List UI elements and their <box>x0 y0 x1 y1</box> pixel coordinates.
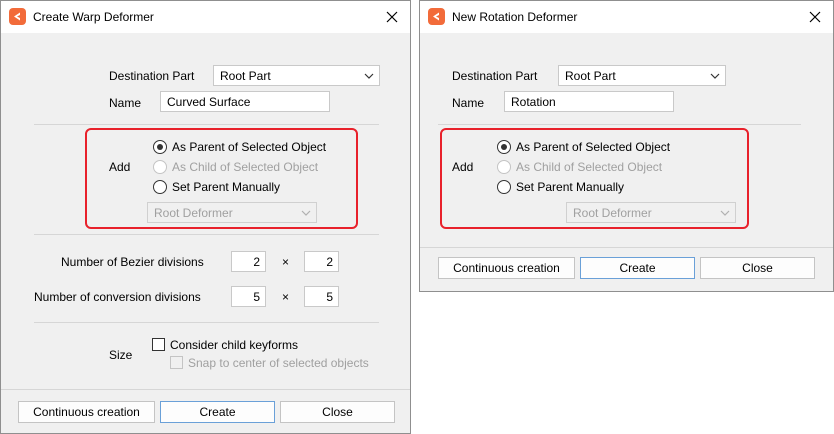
continuous-creation-button[interactable]: Continuous creation <box>438 257 575 279</box>
snap-center-checkbox <box>170 356 183 369</box>
radio-set-parent-manually[interactable] <box>497 180 511 194</box>
destination-part-value: Root Part <box>565 69 616 83</box>
close-button[interactable]: Close <box>280 401 395 423</box>
warp-deformer-dialog: Create Warp Deformer Destination Part Ro… <box>0 0 411 434</box>
radio-as-child <box>153 160 167 174</box>
bezier-y-field[interactable]: 2 <box>304 251 339 272</box>
name-label: Name <box>452 96 485 110</box>
radio-as-child <box>497 160 511 174</box>
divider <box>34 234 379 235</box>
app-logo-icon <box>428 8 445 25</box>
chevron-down-icon <box>720 210 730 216</box>
dialog-title: Create Warp Deformer <box>33 10 154 24</box>
close-button[interactable]: Close <box>700 257 815 279</box>
parent-deformer-select: Root Deformer <box>147 202 317 223</box>
rotation-deformer-dialog: New Rotation Deformer Destination Part R… <box>419 0 834 292</box>
close-icon[interactable] <box>380 5 404 29</box>
snap-center-label: Snap to center of selected objects <box>188 356 369 370</box>
destination-part-value: Root Part <box>220 69 271 83</box>
radio-as-parent[interactable] <box>153 140 167 154</box>
conversion-divisions-label: Number of conversion divisions <box>34 290 201 304</box>
bezier-x-field[interactable]: 2 <box>231 251 266 272</box>
conversion-x-field[interactable]: 5 <box>231 286 266 307</box>
divider <box>438 124 801 125</box>
bezier-y-value: 2 <box>326 255 333 269</box>
divider <box>34 322 379 323</box>
consider-keyforms-label: Consider child keyforms <box>170 338 299 352</box>
conversion-y-field[interactable]: 5 <box>304 286 339 307</box>
radio-as-parent[interactable] <box>497 140 511 154</box>
chevron-down-icon <box>364 73 374 79</box>
name-label: Name <box>109 96 142 110</box>
name-value: Rotation <box>511 95 556 109</box>
name-value: Curved Surface <box>167 95 251 109</box>
times-symbol: × <box>282 290 290 304</box>
button-bar: Continuous creation Create Close <box>1 389 410 433</box>
conversion-x-value: 5 <box>253 290 260 304</box>
title-bar: Create Warp Deformer <box>1 1 410 33</box>
create-button[interactable]: Create <box>580 257 695 279</box>
radio-set-parent-manually[interactable] <box>153 180 167 194</box>
radio-set-parent-manually-label: Set Parent Manually <box>516 180 625 194</box>
parent-deformer-value: Root Deformer <box>154 206 233 220</box>
destination-part-label: Destination Part <box>452 69 538 83</box>
destination-part-select[interactable]: Root Part <box>558 65 726 86</box>
bezier-x-value: 2 <box>253 255 260 269</box>
bezier-divisions-label: Number of Bezier divisions <box>61 255 204 269</box>
times-symbol: × <box>282 255 290 269</box>
conversion-y-value: 5 <box>326 290 333 304</box>
add-label: Add <box>452 160 474 174</box>
parent-deformer-select: Root Deformer <box>566 202 736 223</box>
chevron-down-icon <box>301 210 311 216</box>
divider <box>34 124 379 125</box>
dialog-title: New Rotation Deformer <box>452 10 578 24</box>
radio-as-child-label: As Child of Selected Object <box>516 160 663 174</box>
add-label: Add <box>109 160 131 174</box>
create-button[interactable]: Create <box>160 401 275 423</box>
radio-as-parent-label: As Parent of Selected Object <box>516 140 671 154</box>
radio-as-child-label: As Child of Selected Object <box>172 160 319 174</box>
name-field[interactable]: Rotation <box>504 91 674 112</box>
destination-part-label: Destination Part <box>109 69 195 83</box>
close-icon[interactable] <box>803 5 827 29</box>
app-logo-icon <box>9 8 26 25</box>
title-bar: New Rotation Deformer <box>420 1 833 33</box>
destination-part-select[interactable]: Root Part <box>213 65 380 86</box>
size-label: Size <box>109 348 133 362</box>
chevron-down-icon <box>710 73 720 79</box>
continuous-creation-button[interactable]: Continuous creation <box>18 401 155 423</box>
radio-set-parent-manually-label: Set Parent Manually <box>172 180 281 194</box>
button-bar: Continuous creation Create Close <box>420 247 833 291</box>
name-field[interactable]: Curved Surface <box>160 91 330 112</box>
radio-as-parent-label: As Parent of Selected Object <box>172 140 327 154</box>
parent-deformer-value: Root Deformer <box>573 206 652 220</box>
consider-keyforms-checkbox[interactable] <box>152 338 165 351</box>
